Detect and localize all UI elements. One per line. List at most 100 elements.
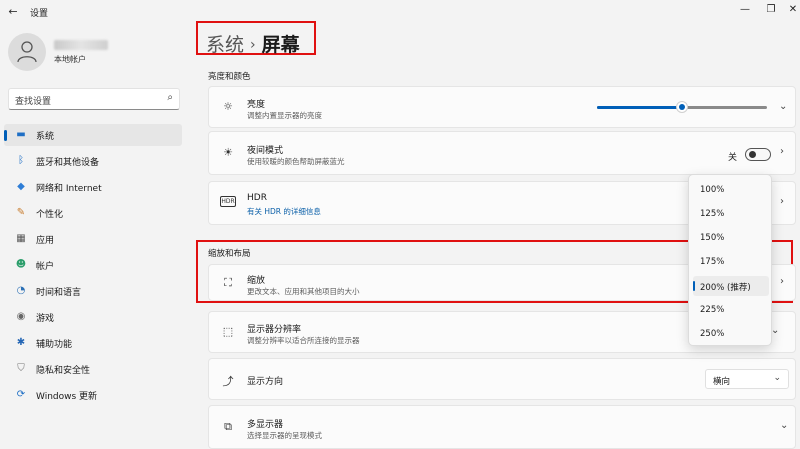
sidebar-item-label: Windows 更新	[36, 392, 98, 402]
sidebar-item-label: 系统	[36, 132, 55, 142]
app-title: 设置	[30, 9, 49, 19]
breadcrumb-separator: ›	[250, 37, 256, 53]
close-icon[interactable]: ✕	[786, 3, 800, 17]
scale-option[interactable]: 250%	[693, 324, 769, 344]
breadcrumb-parent[interactable]: 系统	[206, 34, 244, 56]
sidebar-item[interactable]: ◆ 网络和 Internet	[4, 176, 182, 198]
sidebar-item-label: 个性化	[36, 210, 64, 220]
scale-option-label: 125%	[700, 209, 725, 219]
user-icon	[17, 41, 37, 63]
sidebar-item[interactable]: ☻ 帐户	[4, 254, 182, 276]
scale-option-label: 150%	[700, 233, 725, 243]
privacy-icon: ⛉	[17, 363, 25, 374]
sidebar-item[interactable]: ✎ 个性化	[4, 202, 182, 224]
scale-subtitle: 更改文本、应用和其他项目的大小	[247, 287, 360, 296]
multi-display-card[interactable]: ⧉ 多显示器 选择显示器的呈现模式 ⌄	[208, 405, 796, 449]
sidebar-item[interactable]: ◔ 时间和语言	[4, 280, 182, 302]
night-light-toggle[interactable]	[745, 148, 771, 161]
night-light-subtitle: 使用较暖的颜色帮助屏蔽蓝光	[247, 157, 345, 166]
sidebar-item[interactable]: ▬ 系统	[4, 124, 182, 146]
resolution-subtitle: 调整分辨率以适合所连接的显示器	[247, 336, 360, 345]
brightness-title: 亮度	[247, 100, 266, 110]
scale-option-label: 200% (推荐)	[700, 283, 751, 293]
scale-title: 缩放	[247, 276, 266, 286]
sidebar-item-label: 帐户	[36, 262, 55, 272]
network-icon: ◆	[17, 181, 25, 192]
hdr-title: HDR	[247, 193, 267, 203]
orientation-select[interactable]: 横向 ⌄	[705, 369, 789, 389]
resolution-icon: ⬚	[222, 325, 234, 338]
toggle-knob	[749, 151, 756, 158]
orientation-title: 显示方向	[247, 377, 284, 387]
sidebar-item-label: 网络和 Internet	[36, 184, 102, 194]
night-light-title: 夜间模式	[247, 146, 284, 156]
orientation-icon: ⤴	[222, 375, 234, 388]
gaming-icon: ◉	[16, 311, 26, 322]
chevron-down-icon[interactable]: ⌄	[780, 420, 788, 431]
sidebar-item-label: 游戏	[36, 314, 55, 324]
scale-option-label: 225%	[700, 305, 725, 315]
active-indicator	[4, 130, 7, 141]
title-bar: ← 设置 — ❐ ✕	[0, 0, 800, 24]
accessibility-icon: ✱	[16, 337, 26, 348]
sidebar-item[interactable]: ▦ 应用	[4, 228, 182, 250]
time-language-icon: ◔	[16, 285, 26, 296]
scale-option-label: 175%	[700, 257, 725, 267]
brightness-slider-thumb[interactable]	[676, 101, 688, 113]
account-icon: ☻	[15, 259, 27, 270]
personalization-icon: ✎	[16, 207, 26, 218]
sidebar-item-label: 蓝牙和其他设备	[36, 158, 100, 168]
sidebar-item[interactable]: ᛒ 蓝牙和其他设备	[4, 150, 182, 172]
section-title-brightness: 亮度和颜色	[208, 72, 251, 82]
sidebar-item[interactable]: ◉ 游戏	[4, 306, 182, 328]
scale-option-label: 250%	[700, 329, 725, 339]
scale-option[interactable]: 225%	[693, 300, 769, 320]
scale-option-label: 100%	[700, 185, 725, 195]
brightness-slider[interactable]	[597, 101, 767, 113]
windows-update-icon: ⟳	[16, 389, 26, 400]
sidebar-item-label: 应用	[36, 236, 55, 246]
account-type: 本地帐户	[54, 55, 86, 64]
sidebar-item[interactable]: ⟳ Windows 更新	[4, 384, 182, 406]
search-icon[interactable]: ⌕	[167, 92, 173, 103]
scale-dropdown-popup: 100% 125% 150% 175% 200% (推荐) 225% 250%	[688, 174, 772, 346]
page-title: 屏幕	[261, 34, 300, 56]
chevron-right-icon[interactable]: ›	[780, 146, 784, 157]
scale-option[interactable]: 200% (推荐)	[693, 276, 769, 296]
hdr-info-link[interactable]: 有关 HDR 的详细信息	[247, 206, 321, 217]
restore-icon[interactable]: ❐	[764, 3, 778, 17]
scale-option[interactable]: 150%	[693, 228, 769, 248]
brightness-slider-fill	[597, 106, 682, 109]
scale-option[interactable]: 125%	[693, 204, 769, 224]
scale-icon: ⛶	[224, 276, 232, 289]
sidebar-item-label: 辅助功能	[36, 340, 73, 350]
bluetooth-icon: ᛒ	[18, 155, 24, 166]
selected-indicator	[693, 281, 695, 291]
search-input[interactable]: 查找设置 ⌕	[8, 88, 180, 110]
chevron-right-icon[interactable]: ›	[780, 276, 784, 287]
night-light-icon: ☀	[223, 146, 233, 159]
minimize-icon[interactable]: —	[738, 3, 752, 17]
search-placeholder: 查找设置	[15, 97, 52, 107]
sidebar-item[interactable]: ✱ 辅助功能	[4, 332, 182, 354]
avatar[interactable]	[8, 33, 46, 71]
scale-option[interactable]: 175%	[693, 252, 769, 272]
sidebar-item[interactable]: ⛉ 隐私和安全性	[4, 358, 182, 380]
night-light-state: 关	[728, 153, 738, 163]
section-title-scale: 缩放和布局	[208, 249, 251, 259]
multi-display-icon: ⧉	[224, 420, 232, 433]
orientation-value: 横向	[713, 377, 731, 387]
chevron-down-icon[interactable]: ⌄	[771, 325, 779, 336]
back-arrow-icon[interactable]: ←	[6, 5, 20, 19]
hdr-icon: HDR	[220, 196, 236, 207]
breadcrumb: 系统 › 屏幕	[206, 30, 300, 56]
chevron-right-icon[interactable]: ›	[780, 196, 784, 207]
night-light-card[interactable]: ☀ 夜间模式 使用较暖的颜色帮助屏蔽蓝光 ›	[208, 131, 796, 175]
brightness-icon: ☼	[223, 100, 233, 113]
chevron-down-icon: ⌄	[773, 373, 781, 383]
user-name-redacted	[54, 40, 108, 50]
sidebar-item-label: 时间和语言	[36, 288, 82, 298]
system-icon: ▬	[16, 129, 26, 140]
scale-option[interactable]: 100%	[693, 180, 769, 200]
chevron-down-icon[interactable]: ⌄	[779, 101, 787, 112]
